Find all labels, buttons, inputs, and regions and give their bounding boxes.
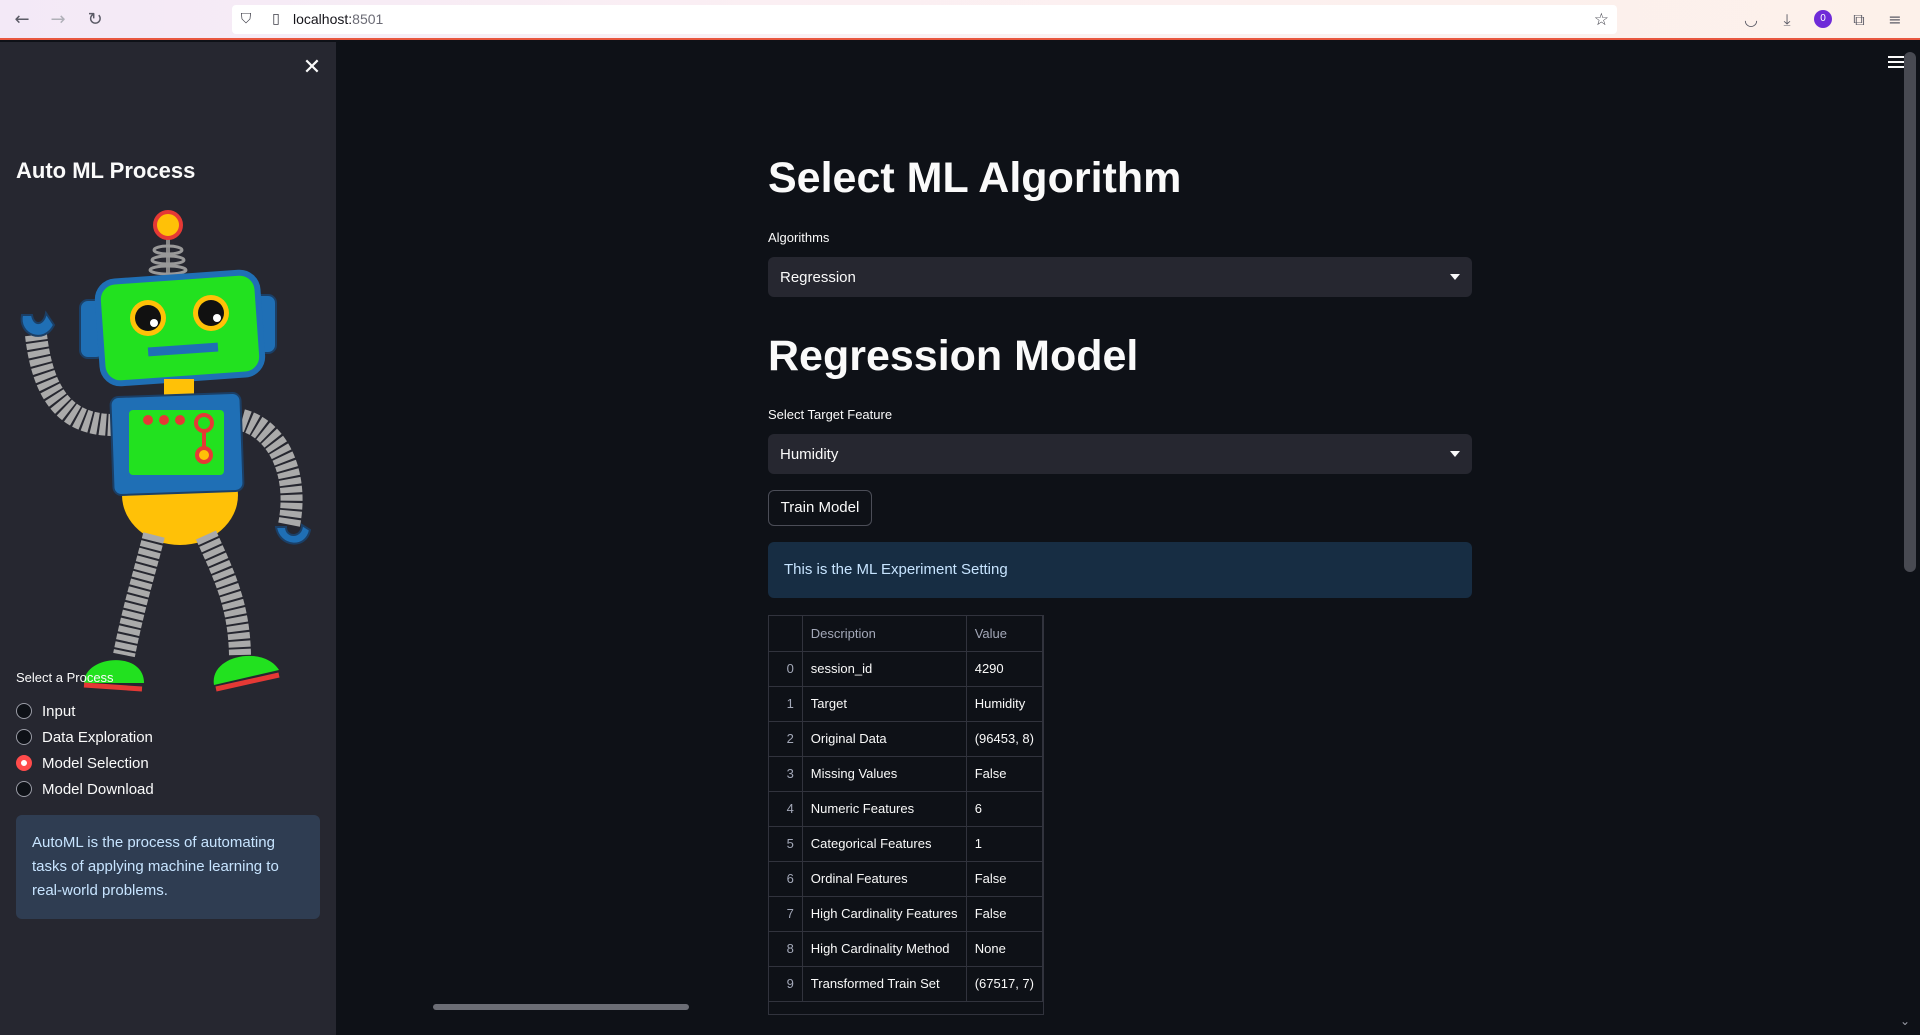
value-cell[interactable]: None [966,931,1043,967]
reload-icon[interactable]: ↻ [83,8,107,32]
description-cell[interactable]: session_id [802,651,967,687]
shield-icon[interactable]: ⛉ [238,11,254,27]
experiment-table[interactable]: Description Value 0 session_id 4290 1 Target… [768,615,1044,1015]
table-row[interactable]: 0 session_id 4290 [769,651,1043,687]
robot-illustration [20,210,312,692]
radio-circle-selected[interactable] [16,755,32,771]
value-cell[interactable]: False [966,896,1043,932]
description-cell[interactable]: High Cardinality Method [802,931,967,967]
column-header[interactable]: Value [966,616,1043,652]
algorithms-value: Regression [780,268,856,286]
table-header-row: Description Value [769,616,1043,652]
url-text[interactable]: localhost:8501 [293,11,383,27]
row-index[interactable]: 1 [769,686,803,722]
table-row[interactable]: 2 Original Data (96453, 8) [769,721,1043,757]
browser-toolbar: ← → ↻ ⛉ ▯ localhost:8501 ☆ ◡ ⤓ 0 ⧉ ≡ [0,0,1920,40]
scroll-down-icon[interactable]: ⌄ [1900,1014,1910,1028]
value-cell[interactable]: 4290 [966,651,1043,687]
value-cell[interactable]: False [966,861,1043,897]
radio-circle[interactable] [16,781,32,797]
radio-label: Model Download [42,780,154,798]
description-cell[interactable]: Numeric Features [802,791,967,827]
row-index[interactable]: 7 [769,896,803,932]
url-port: 8501 [352,11,384,27]
bookmark-star-icon[interactable]: ☆ [1594,10,1609,30]
url-host: localhost: [293,11,353,27]
forward-arrow-icon[interactable]: → [46,8,70,32]
description-cell[interactable]: Original Data [802,721,967,757]
radio-model-download[interactable]: Model Download [16,777,154,801]
column-header[interactable]: Description [802,616,967,652]
row-index[interactable]: 4 [769,791,803,827]
description-cell[interactable]: Ordinal Features [802,861,967,897]
value-cell[interactable]: (67517, 7) [966,966,1043,1002]
algorithms-select[interactable]: Regression [768,257,1472,297]
row-index[interactable]: 0 [769,651,803,687]
download-icon[interactable]: ⤓ [1776,9,1798,31]
sidebar: ✕ Auto ML Process Select a Process Input… [0,42,336,1035]
main-content: Select ML Algorithm Algorithms Regressio… [336,42,1903,1035]
pocket-icon[interactable]: ◡ [1740,9,1762,31]
row-index[interactable]: 2 [769,721,803,757]
description-cell[interactable]: Missing Values [802,756,967,792]
page-scrollbar[interactable] [1904,52,1916,572]
process-label: Select a Process [16,670,114,685]
menu-icon[interactable]: ≡ [1884,9,1906,31]
radio-input[interactable]: Input [16,699,75,723]
value-cell[interactable]: Humidity [966,686,1043,722]
row-index[interactable]: 8 [769,931,803,967]
table-row[interactable]: 5 Categorical Features 1 [769,826,1043,862]
table-horizontal-scrollbar[interactable] [433,1004,689,1010]
page-title: Select ML Algorithm [768,154,1182,202]
table-row[interactable]: 7 High Cardinality Features False [769,896,1043,932]
section-title: Regression Model [768,332,1139,380]
hamburger-menu-icon[interactable] [1888,56,1904,70]
value-cell[interactable]: False [966,756,1043,792]
radio-model-selection[interactable]: Model Selection [16,751,149,775]
sidebar-title: Auto ML Process [16,158,196,183]
experiment-info-box: This is the ML Experiment Setting [768,542,1472,598]
table-row[interactable]: 8 High Cardinality Method None [769,931,1043,967]
target-value: Humidity [780,445,839,463]
radio-label: Model Selection [42,754,149,772]
radio-circle[interactable] [16,729,32,745]
table-row[interactable]: 9 Transformed Train Set (67517, 7) [769,966,1043,1002]
description-cell[interactable]: High Cardinality Features [802,896,967,932]
page-icon[interactable]: ▯ [268,11,284,27]
description-cell[interactable]: Target [802,686,967,722]
address-bar[interactable]: ⛉ ▯ localhost:8501 ☆ [232,5,1617,34]
chevron-down-icon [1450,274,1460,280]
target-select[interactable]: Humidity [768,434,1472,474]
row-index[interactable]: 6 [769,861,803,897]
row-index[interactable]: 5 [769,826,803,862]
description-cell[interactable]: Categorical Features [802,826,967,862]
description-cell[interactable]: Transformed Train Set [802,966,967,1002]
back-arrow-icon[interactable]: ← [10,8,34,32]
table-row[interactable]: 4 Numeric Features 6 [769,791,1043,827]
radio-data-exploration[interactable]: Data Exploration [16,725,153,749]
profile-avatar[interactable]: 0 [1814,10,1832,28]
table-row[interactable]: 3 Missing Values False [769,756,1043,792]
target-label: Select Target Feature [768,407,893,422]
radio-circle[interactable] [16,703,32,719]
value-cell[interactable]: 6 [966,791,1043,827]
close-sidebar-icon[interactable]: ✕ [298,54,326,82]
row-index[interactable]: 9 [769,966,803,1002]
value-cell[interactable]: (96453, 8) [966,721,1043,757]
radio-label: Input [42,702,76,720]
value-cell[interactable]: 1 [966,826,1043,862]
table-row[interactable]: 6 Ordinal Features False [769,861,1043,897]
sidebar-info-box: AutoML is the process of automating task… [16,815,320,919]
index-header [769,616,803,652]
train-model-button[interactable]: Train Model [768,490,872,526]
table-row[interactable]: 1 Target Humidity [769,686,1043,722]
extensions-icon[interactable]: ⧉ [1848,9,1870,31]
chevron-down-icon [1450,451,1460,457]
row-index[interactable]: 3 [769,756,803,792]
algorithms-label: Algorithms [768,230,830,245]
radio-label: Data Exploration [42,728,153,746]
